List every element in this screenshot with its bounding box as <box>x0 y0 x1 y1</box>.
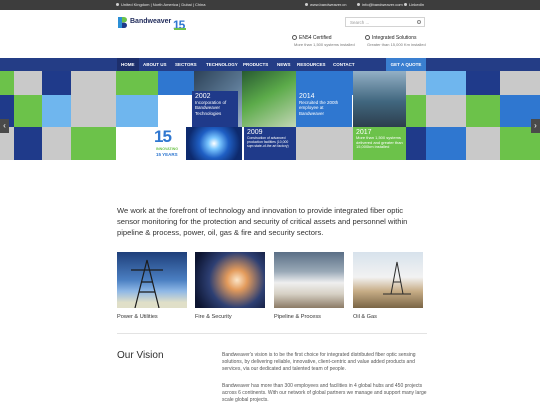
bandweaver-logo-icon[interactable] <box>118 17 127 28</box>
milestone-text: Recruited the 200th employee at Bandweav… <box>299 100 339 116</box>
mail-icon <box>357 3 360 7</box>
milestone-2009: 2009 Construction of advanced production… <box>244 127 296 160</box>
cert2-title: Integrated Solutions <box>372 35 417 41</box>
milestone-2017: 2017 More than 1,500 systems delivered a… <box>353 127 406 160</box>
nav-news[interactable]: NEWS <box>277 58 291 71</box>
cert-integrated: Integrated Solutions Greater than 15,000… <box>365 35 426 47</box>
milestone-2002: 2002 Incorporation of Bandweaver Technol… <box>192 91 238 127</box>
top-bar: United Kingdom | North America | Dubai |… <box>0 0 540 10</box>
badge-line2: 15 YEARS <box>156 152 178 157</box>
badge-underline <box>174 28 186 30</box>
sector-label-oil[interactable]: Oil & Gas <box>353 314 377 320</box>
search-placeholder: Search ... <box>350 20 370 25</box>
hero-photo-fiber <box>186 127 242 160</box>
milestone-text: More than 1,500 systems delivered and gr… <box>356 135 403 150</box>
badge-line1: INNOVATING <box>156 147 179 151</box>
tile <box>116 95 158 127</box>
globe-icon <box>305 3 308 7</box>
milestone-year: 2014 <box>299 93 315 100</box>
tile <box>426 95 466 127</box>
location-icon <box>116 3 119 7</box>
milestone-text: Construction of advanced production faci… <box>247 136 289 149</box>
vision-heading: Our Vision <box>117 350 164 361</box>
pylon-icon <box>131 259 163 308</box>
sector-image-power[interactable] <box>117 252 187 308</box>
nav-about[interactable]: ABOUT US <box>143 58 167 71</box>
vision-paragraph-2: Bandweaver has more than 300 employees a… <box>222 383 427 403</box>
search-input[interactable]: Search ... <box>345 17 425 27</box>
nav-resources[interactable]: RESOURCES <box>297 58 326 71</box>
sector-label-fire[interactable]: Fire & Security <box>195 314 232 320</box>
tile <box>426 127 466 160</box>
sector-image-fire[interactable] <box>195 252 265 308</box>
nav-technology[interactable]: TECHNOLOGY <box>206 58 238 71</box>
linkedin-icon <box>404 3 407 7</box>
tile <box>406 127 426 160</box>
tile <box>71 127 116 160</box>
linkedin-link[interactable]: LinkedIn <box>404 1 424 9</box>
hero-photo-engineer <box>242 63 296 127</box>
sector-label-pipeline[interactable]: Pipeline & Process <box>274 314 321 320</box>
nav-home[interactable]: HOME <box>117 58 139 71</box>
chevron-left-icon: ‹ <box>3 121 6 130</box>
tile <box>466 127 500 160</box>
hero-mosaic: 2002 Incorporation of Bandweaver Technol… <box>0 63 540 160</box>
chevron-right-icon: › <box>534 121 537 130</box>
sector-label-power[interactable]: Power & Utilities <box>117 314 158 320</box>
website-link[interactable]: www.bandweaver.cn <box>305 1 346 9</box>
section-divider <box>117 333 427 334</box>
cert1-subtitle: More than 1,500 systems installed <box>294 41 355 47</box>
cert1-title: EN54 Certified <box>299 35 332 41</box>
tile <box>71 95 116 127</box>
milestone-2014: 2014 Recruited the 200th employee at Ban… <box>296 91 352 127</box>
anniversary-badge: 15 <box>173 16 187 32</box>
carousel-prev-button[interactable]: ‹ <box>0 119 9 133</box>
sector-image-pipeline[interactable] <box>274 252 344 308</box>
search-icon[interactable] <box>417 20 421 24</box>
oil-rig-icon <box>383 261 411 295</box>
main-nav: HOME ABOUT US SECTORS TECHNOLOGY PRODUCT… <box>0 58 540 71</box>
vision-paragraph-1: Bandweaver's vision is to be the first c… <box>222 352 416 372</box>
tile <box>406 95 426 127</box>
sector-image-oil[interactable] <box>353 252 423 308</box>
milestone-year: 2002 <box>195 93 211 100</box>
tile <box>466 95 500 127</box>
tile <box>42 127 71 160</box>
cert2-subtitle: Greater than 15,000 Km installed <box>367 41 426 47</box>
carousel-next-button[interactable]: › <box>531 119 540 133</box>
nav-products[interactable]: PRODUCTS <box>243 58 268 71</box>
fiber-icon <box>365 35 370 40</box>
intro-text: We work at the forefront of technology a… <box>117 206 408 237</box>
regions-link[interactable]: United Kingdom | North America | Dubai |… <box>116 1 206 9</box>
cert-en54: EN54 Certified More than 1,500 systems i… <box>292 35 355 47</box>
tile <box>14 127 42 160</box>
certificate-icon <box>292 35 297 40</box>
innovating-badge: 15 INNOVATING 15 YEARS <box>116 127 186 160</box>
nav-contact[interactable]: CONTACT <box>333 58 355 71</box>
milestone-year: 2009 <box>247 129 263 136</box>
badge-number: 15 <box>154 127 172 146</box>
milestone-text: Incorporation of Bandweaver Technologies <box>195 100 227 116</box>
email-link[interactable]: info@bandweaver.com <box>357 1 403 9</box>
tile <box>14 95 42 127</box>
tile <box>296 127 353 160</box>
brand-name: Bandweaver <box>130 18 172 25</box>
nav-sectors[interactable]: SECTORS <box>175 58 197 71</box>
get-quote-button[interactable]: GET A QUOTE <box>386 58 426 71</box>
tile <box>42 95 71 127</box>
hero-photo-tunnel <box>353 63 406 127</box>
